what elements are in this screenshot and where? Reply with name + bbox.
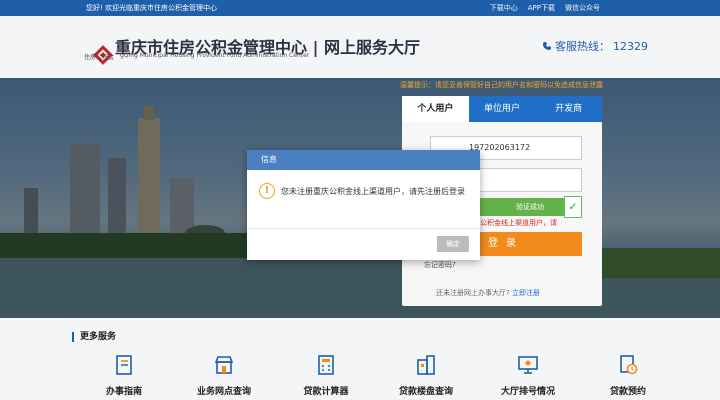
welcome-text: 您好! 欢迎光临重庆市住房公积金管理中心: [86, 4, 218, 12]
site-header: 住房公积金 重庆市住房公积金管理中心 | 网上服务大厅 gQing Munici…: [0, 16, 720, 78]
service-branch-query[interactable]: 业务网点查询: [184, 354, 264, 397]
service-guide[interactable]: 办事指南: [84, 354, 164, 397]
register-row: 还未注册网上办事大厅? 立即注册: [436, 288, 540, 298]
service-queue-status[interactable]: 大厅排号情况: [488, 354, 568, 397]
wechat-link[interactable]: 微信公众号: [565, 3, 600, 13]
clock-document-icon: [620, 355, 638, 375]
dialog-title: 信息: [247, 150, 480, 170]
forgot-password-link[interactable]: 忘记密码?: [424, 260, 456, 270]
service-label: 贷款楼盘查询: [398, 387, 453, 397]
service-label: 办事指南: [105, 387, 142, 397]
store-icon: [214, 356, 234, 374]
warning-icon: !: [259, 183, 275, 199]
service-building-query[interactable]: 贷款楼盘查询: [386, 354, 466, 397]
error-message: 公积金线上渠道用户，请: [480, 219, 557, 227]
register-link[interactable]: 立即注册: [512, 289, 540, 297]
section-title: 更多服务: [72, 332, 116, 342]
check-icon: ✓: [564, 196, 582, 218]
hotline: 客服热线： 12329: [542, 38, 648, 54]
phone-icon: [543, 42, 551, 50]
service-loan-calculator[interactable]: 贷款计算器: [286, 354, 366, 397]
dialog-divider: [247, 228, 480, 229]
logo-text: 住房公积金: [84, 54, 115, 61]
dialog-message: 您未注册重庆公积金线上渠道用户，请先注册后登录: [281, 187, 465, 196]
info-dialog: 信息 ! 您未注册重庆公积金线上渠道用户，请先注册后登录 确定: [247, 150, 480, 260]
building-icon: [417, 355, 435, 375]
tab-personal-user[interactable]: 个人用户: [402, 96, 469, 122]
tab-developer[interactable]: 开发商: [535, 96, 603, 122]
book-icon: [116, 355, 132, 375]
ok-button[interactable]: 确定: [437, 236, 469, 252]
security-tip: 温馨提示：请您妥善保管好自己的用户名和密码以免造成信息泄露: [400, 81, 603, 89]
service-label: 贷款预约: [609, 387, 646, 397]
site-subtitle: gQing Municipal Housing Provident Fund A…: [120, 52, 310, 59]
user-type-tabs: 个人用户 单位用户 开发商: [402, 96, 603, 122]
hotline-label: 客服热线：: [555, 40, 610, 53]
calculator-icon: [318, 355, 334, 375]
service-label: 贷款计算器: [303, 387, 349, 397]
top-links: 下载中心 APP下载 微信公众号: [490, 3, 600, 13]
service-label: 业务网点查询: [196, 387, 251, 397]
top-bar: 您好! 欢迎光临重庆市住房公积金管理中心 下载中心 APP下载 微信公众号: [0, 0, 720, 16]
service-loan-appointment[interactable]: 贷款预约: [588, 354, 668, 397]
monitor-icon: [518, 356, 538, 374]
hotline-number: 12329: [613, 39, 648, 53]
service-label: 大厅排号情况: [500, 387, 555, 397]
app-download-link[interactable]: APP下载: [528, 3, 555, 13]
tab-company-user[interactable]: 单位用户: [468, 96, 536, 122]
more-services: 更多服务 办事指南 业务网点查询 贷款计算器 贷款楼盘查询 大厅排号情况 贷款预…: [0, 318, 720, 400]
register-prompt: 还未注册网上办事大厅?: [436, 289, 510, 297]
download-center-link[interactable]: 下载中心: [490, 3, 518, 13]
